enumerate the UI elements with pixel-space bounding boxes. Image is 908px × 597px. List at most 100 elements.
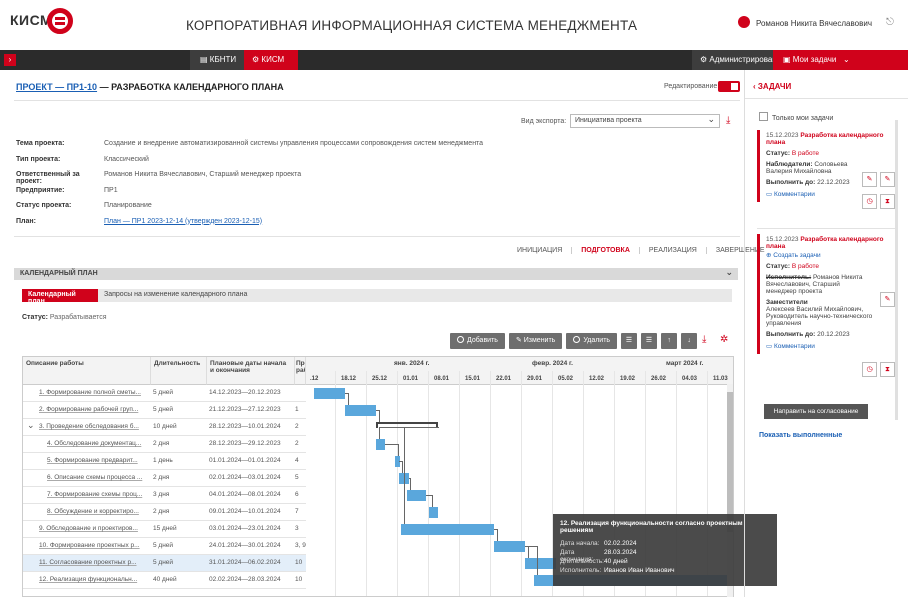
scrollbar-thumb[interactable]: [727, 392, 733, 532]
work-name[interactable]: 6. Описание схемы процесса ...: [23, 474, 151, 481]
create-task-link[interactable]: ⊕ Создать задачи: [766, 251, 901, 259]
outdent-icon[interactable]: ☰: [641, 333, 658, 349]
table-row[interactable]: 10. Формирование проектных р... 5 дней 24.…: [23, 538, 306, 555]
day-label: 25.12: [372, 376, 388, 382]
logout-icon[interactable]: ⎋: [886, 17, 894, 28]
work-name[interactable]: 5. Формирование предварит...: [23, 457, 151, 464]
delete-button[interactable]: Удалить: [566, 333, 618, 349]
table-row[interactable]: 1. Формирование полной сметы... 5 дней 14.…: [23, 385, 306, 402]
show-done-link[interactable]: Показать выполненные: [759, 432, 842, 439]
work-name[interactable]: 7. Формирование схемы проц...: [23, 491, 151, 498]
page-title: ПРОЕКТ — ПР1-10 — РАЗРАБОТКА КАЛЕНДАРНОГ…: [16, 82, 284, 92]
work-name[interactable]: 1. Формирование полной сметы...: [23, 389, 151, 396]
table-row[interactable]: 8. Обсуждение и корректиро... 2 дня 09.01.…: [23, 504, 306, 521]
day-label: 19.02: [620, 376, 636, 382]
day-label: 01.01: [403, 376, 419, 382]
work-predecessors: 2: [295, 440, 299, 447]
dependency-link: [385, 444, 399, 456]
observer-add-icon[interactable]: ✎: [862, 172, 877, 187]
tab-kism[interactable]: ⚙ КИСМ: [244, 50, 298, 70]
grid-line: [335, 371, 336, 596]
menu-toggle-icon[interactable]: ›: [4, 54, 16, 66]
edit-button[interactable]: ✎ Изменить: [508, 333, 563, 349]
edit-mode-toggle[interactable]: [718, 81, 740, 92]
executor-edit-icon[interactable]: ✎: [880, 292, 895, 307]
indent-icon[interactable]: ☰: [621, 333, 638, 349]
day-label: 12.02: [589, 376, 605, 382]
work-name[interactable]: 8. Обсуждение и корректиро...: [23, 508, 151, 515]
move-up-icon[interactable]: ↑: [661, 333, 678, 349]
sidebar-scrollbar[interactable]: [895, 120, 898, 420]
observer-remove-icon[interactable]: ✎: [880, 172, 895, 187]
user-name[interactable]: Романов Никита Вячеславович: [756, 19, 872, 28]
day-label: 15.01: [465, 376, 481, 382]
work-name[interactable]: 9. Обследование и проектиров...: [23, 525, 151, 532]
work-duration: 2 дня: [153, 508, 170, 515]
gantt-bar[interactable]: [400, 524, 494, 535]
work-name[interactable]: 3. Проведение обследования б...: [23, 423, 151, 430]
table-row[interactable]: 12. Реализация функциональн... 40 дней 02.…: [23, 572, 306, 589]
move-down-icon[interactable]: ↓: [681, 333, 698, 349]
work-predecessors: 7: [295, 508, 299, 515]
phase-preparation[interactable]: ПОДГОТОВКА: [571, 247, 639, 254]
work-name[interactable]: 10. Формирование проектных р...: [23, 542, 151, 549]
send-for-approval-button[interactable]: Направить на согласование: [764, 404, 868, 419]
table-row[interactable]: 9. Обследование и проектиров... 15 дней 03…: [23, 521, 306, 538]
table-row[interactable]: 3. Проведение обследования б... 10 дней 28…: [23, 419, 306, 436]
gantt-bar[interactable]: [376, 439, 386, 450]
calendar-subtabs: Календарный план Запросы на изменение ка…: [22, 289, 732, 305]
hourglass-icon[interactable]: ⧗: [880, 362, 895, 377]
download-icon[interactable]: ⤓: [726, 115, 730, 126]
work-name[interactable]: 2. Формирование рабочей груп...: [23, 406, 151, 413]
gantt-bar[interactable]: [493, 541, 525, 552]
only-my-tasks-checkbox[interactable]: Только мои задачи: [759, 112, 833, 122]
work-name[interactable]: 12. Реализация функциональн...: [23, 576, 151, 583]
hourglass-icon[interactable]: ⧗: [880, 194, 895, 209]
task-card[interactable]: 15.12.2023 Разработка календарного плана…: [757, 130, 905, 202]
comments-link[interactable]: ▭ Комментарии: [766, 342, 901, 350]
work-predecessors: 3: [295, 525, 299, 532]
add-button[interactable]: Добавить: [450, 333, 505, 349]
collapse-chevron-icon[interactable]: ⌄: [27, 420, 35, 431]
work-name[interactable]: 4. Обследование документац...: [23, 440, 151, 447]
gantt-bar[interactable]: [314, 388, 345, 399]
table-row[interactable]: 2. Формирование рабочей груп... 5 дней 21.…: [23, 402, 306, 419]
divider: [14, 100, 740, 101]
dependency-link: [399, 461, 404, 473]
work-duration: 10 дней: [153, 423, 177, 430]
work-duration: 1 день: [153, 457, 173, 464]
tab-calendar-plan[interactable]: Календарный план: [22, 289, 98, 305]
info-row: Тема проекта: Создание и внедрение автома…: [16, 140, 484, 147]
calendar-section-header[interactable]: КАЛЕНДАРНЫЙ ПЛАН: [14, 267, 738, 280]
divider: [14, 236, 740, 237]
export-gantt-icon[interactable]: ⤓: [702, 334, 706, 345]
col-predecessors: Пре раб: [295, 357, 306, 385]
user-avatar-icon[interactable]: [738, 16, 750, 28]
table-row[interactable]: 7. Формирование схемы проц... 3 дня 04.01.…: [23, 487, 306, 504]
table-row[interactable]: 11. Согласование проектных р... 5 дней 31.…: [23, 555, 306, 572]
day-label: 26.02: [651, 376, 667, 382]
work-dates: 24.01.2024—30.01.2024: [209, 542, 281, 549]
tasks-title[interactable]: ЗАДАЧИ: [753, 82, 791, 91]
grid-line: [490, 371, 491, 596]
system-title: КОРПОРАТИВНАЯ ИНФОРМАЦИОННАЯ СИСТЕМА МЕН…: [186, 18, 638, 33]
work-duration: 15 дней: [153, 525, 177, 532]
export-select[interactable]: Инициатива проекта: [570, 114, 720, 128]
table-row[interactable]: 4. Обследование документац... 2 дня 28.12.…: [23, 436, 306, 453]
gantt-bar[interactable]: [345, 405, 376, 416]
tab-change-requests[interactable]: Запросы на изменение календарного плана: [104, 291, 247, 298]
table-row[interactable]: 5. Формирование предварит... 1 день 01.01.…: [23, 453, 306, 470]
phase-tabs: ИНИЦИАЦИЯ ПОДГОТОВКА РЕАЛИЗАЦИЯ ЗАВЕРШЕН…: [508, 247, 774, 254]
table-row[interactable]: 6. Описание схемы процесса ... 2 дня 02.01…: [23, 470, 306, 487]
my-tasks-button[interactable]: ▣ Мои задачи ⌄: [773, 50, 908, 70]
work-name[interactable]: 11. Согласование проектных р...: [23, 559, 151, 566]
plan-link[interactable]: План — ПР1 2023-12-14 (утвержден 2023-12…: [104, 218, 262, 234]
deadline-icon[interactable]: ◷: [862, 194, 877, 209]
phase-realization[interactable]: РЕАЛИЗАЦИЯ: [638, 247, 706, 254]
deadline-icon[interactable]: ◷: [862, 362, 877, 377]
tasks-sidebar: ЗАДАЧИ Только мои задачи 15.12.2023 Разр…: [744, 70, 908, 597]
phase-initiation[interactable]: ИНИЦИАЦИЯ: [508, 247, 571, 254]
project-link[interactable]: ПРОЕКТ — ПР1-10: [16, 82, 97, 92]
tab-kbnti[interactable]: ▤ КБНТИ: [190, 50, 247, 70]
settings-gear-icon[interactable]: ✲: [720, 334, 728, 345]
